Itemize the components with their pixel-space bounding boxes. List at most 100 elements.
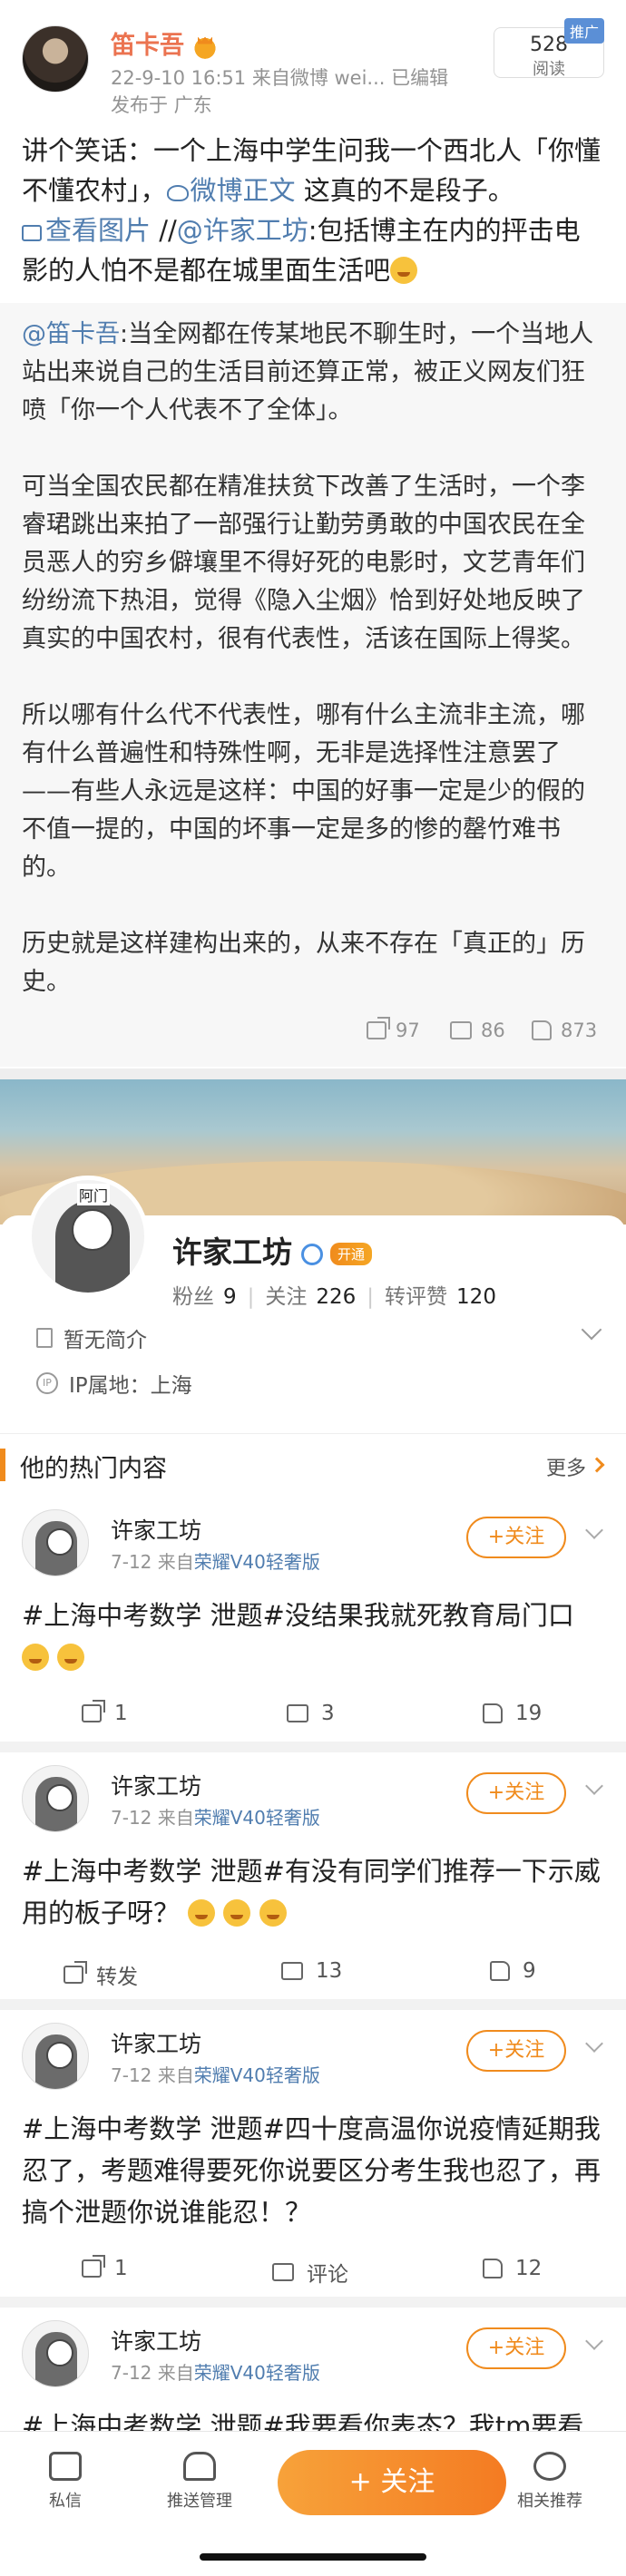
repost-like-button[interactable]: 873 xyxy=(532,1020,597,1041)
feed-avatar[interactable] xyxy=(22,2023,89,2090)
feed-author[interactable]: 许家工坊 xyxy=(111,1513,201,1546)
feed-author[interactable]: 许家工坊 xyxy=(111,1769,201,1801)
comment-button[interactable]: 13 xyxy=(281,1959,342,1983)
feed-date: 7-12 xyxy=(111,2064,152,2086)
repost-body: @笛卡吾:当全网都在传某地民不聊生时，一个当地人站出来说自己的生活目前还算正常，… xyxy=(22,316,602,1001)
feed-actions: 1 评论 12 xyxy=(0,2257,626,2293)
share-button[interactable]: 转发 xyxy=(64,1959,138,1990)
recommend-label: 相关推荐 xyxy=(517,2492,582,2511)
repost-mention[interactable]: @笛卡吾 xyxy=(22,320,120,348)
author-name[interactable]: 笛卡吾 xyxy=(111,25,219,61)
profile-ip-text: IP属地：上海 xyxy=(69,1374,192,1398)
vip-open-badge[interactable]: 开通 xyxy=(330,1243,373,1265)
comment-label: 评论 xyxy=(307,2263,348,2287)
message-icon xyxy=(49,2452,82,2481)
comment-button[interactable]: 评论 xyxy=(272,2257,348,2288)
profile-avatar[interactable]: 阿门 xyxy=(27,1176,149,1297)
like-button[interactable]: 12 xyxy=(483,2257,542,2280)
repost-like-label: 转评赞 xyxy=(385,1285,448,1309)
feed-avatar[interactable] xyxy=(22,2320,89,2387)
repost-share-button[interactable]: 97 xyxy=(367,1020,420,1041)
feed-device[interactable]: 荣耀V40轻奢版 xyxy=(194,2362,320,2384)
comment-icon xyxy=(450,1021,472,1039)
feed-item[interactable]: 许家工坊 7-12 来自荣耀V40轻奢版 +关注 #上海中考数学 泄题#四十度高… xyxy=(0,2010,626,2297)
follow-count[interactable]: 226 xyxy=(316,1285,356,1309)
follow-button[interactable]: +关注 xyxy=(466,1772,566,1814)
smile-emoji-icon xyxy=(390,257,418,284)
profile-name[interactable]: 许家工坊 xyxy=(172,1234,292,1270)
follow-main-button[interactable]: + 关注 xyxy=(278,2450,506,2515)
messages-label: 私信 xyxy=(49,2492,82,2511)
feed-from: 来自 xyxy=(157,2362,194,2384)
comment-icon xyxy=(287,1704,308,1722)
bell-icon xyxy=(183,2452,216,2481)
section-title: 他的热门内容 xyxy=(20,1455,167,1483)
feed-divider xyxy=(0,2297,626,2308)
view-image-text[interactable]: 查看图片 xyxy=(45,215,151,246)
feed-item[interactable]: 许家工坊 7-12 来自荣耀V40轻奢版 +关注 #上海中考数学 泄题#有没有同… xyxy=(0,1752,626,1999)
chevron-down-icon[interactable] xyxy=(585,2332,603,2350)
chevron-down-icon[interactable] xyxy=(585,2034,603,2053)
feed-device[interactable]: 荣耀V40轻奢版 xyxy=(194,2064,320,2086)
feed-from: 来自 xyxy=(157,1807,194,1829)
post-text-3: // xyxy=(151,215,177,246)
avatar-face xyxy=(72,1209,113,1251)
chevron-right-icon[interactable] xyxy=(589,1457,605,1473)
feed-divider xyxy=(0,1742,626,1752)
feed-device[interactable]: 荣耀V40轻奢版 xyxy=(194,1551,320,1573)
feed-meta: 7-12 来自荣耀V40轻奢版 xyxy=(111,1547,320,1574)
chevron-down-icon[interactable] xyxy=(585,1521,603,1539)
follow-button[interactable]: +关注 xyxy=(466,1517,566,1558)
profile-name-row[interactable]: 许家工坊 开通 xyxy=(172,1228,373,1272)
weibo-body-link[interactable]: 微博正文 xyxy=(166,175,296,206)
like-button[interactable]: 19 xyxy=(483,1702,542,1725)
messages-button[interactable]: 私信 xyxy=(49,2452,82,2512)
weibo-icon xyxy=(166,185,189,201)
feed-device[interactable]: 荣耀V40轻奢版 xyxy=(194,1807,320,1829)
feed-author[interactable]: 许家工坊 xyxy=(111,2324,201,2356)
expand-chevron-icon[interactable] xyxy=(581,1319,602,1341)
feed-avatar[interactable] xyxy=(22,1509,89,1576)
more-link[interactable]: 更多 xyxy=(546,1452,586,1481)
feed-author[interactable]: 许家工坊 xyxy=(111,2026,201,2059)
feed-date: 7-12 xyxy=(111,1807,152,1829)
view-image-link[interactable]: 查看图片 xyxy=(22,215,151,246)
chevron-down-icon[interactable] xyxy=(585,1777,603,1795)
feed-text: #上海中考数学 泄题#我要看你表态？我tm要看 xyxy=(22,2411,584,2431)
follow-label: 关注 xyxy=(265,1285,308,1309)
feed-avatar[interactable] xyxy=(22,1765,89,1832)
promo-badge[interactable]: 推广 xyxy=(564,18,605,44)
follow-button[interactable]: +关注 xyxy=(466,2327,566,2369)
verified-icon xyxy=(301,1243,323,1265)
feed-date: 7-12 xyxy=(111,1551,152,1573)
emoji-icon xyxy=(188,1899,216,1927)
like-button[interactable]: 9 xyxy=(490,1959,536,1983)
repost-comment-button[interactable]: 86 xyxy=(450,1020,505,1041)
push-label: 推送管理 xyxy=(167,2492,232,2511)
push-settings-button[interactable]: 推送管理 xyxy=(167,2452,232,2512)
share-icon xyxy=(82,2259,102,2278)
comment-count: 3 xyxy=(321,1702,335,1725)
emoji-icon xyxy=(223,1899,251,1927)
repost-comment-count: 86 xyxy=(481,1020,505,1041)
mention-link[interactable]: @许家工坊 xyxy=(177,215,308,246)
emoji-icon xyxy=(22,1644,49,1671)
share-button[interactable]: 1 xyxy=(82,2257,128,2280)
author-name-text[interactable]: 笛卡吾 xyxy=(111,32,184,60)
emoji-icon xyxy=(259,1899,287,1927)
profile-stats: 粉丝 9 | 关注 226 | 转评赞 120 xyxy=(172,1285,496,1309)
weibo-link-text[interactable]: 微博正文 xyxy=(191,175,296,206)
weibo-post: 笛卡吾 22-9-10 16:51 来自微博 wei... 已编辑 发布于 广东… xyxy=(0,0,626,1068)
feed-item[interactable]: 许家工坊 7-12 来自荣耀V40轻奢版 +关注 #上海中考数学 泄题#没结果我… xyxy=(0,1497,626,1742)
repost-box[interactable]: @笛卡吾:当全网都在传某地民不聊生时，一个当地人站出来说自己的生活目前还算正常，… xyxy=(0,303,626,1067)
home-indicator[interactable] xyxy=(200,2553,426,2561)
share-button[interactable]: 1 xyxy=(82,1702,128,1725)
fans-count[interactable]: 9 xyxy=(223,1285,237,1309)
follow-button[interactable]: +关注 xyxy=(466,2030,566,2072)
comment-button[interactable]: 3 xyxy=(287,1702,335,1725)
author-avatar[interactable] xyxy=(22,25,89,93)
feed-item[interactable]: 许家工坊 7-12 来自荣耀V40轻奢版 +关注 #上海中考数学 泄题#我要看你… xyxy=(0,2308,626,2431)
recommend-button[interactable]: 相关推荐 xyxy=(517,2452,582,2512)
profile-card: 阿门 许家工坊 开通 粉丝 9 | 关注 226 | 转评赞 120 暂无简介 IP IP属地：上… xyxy=(0,1176,626,1424)
share-icon xyxy=(64,1966,83,1984)
